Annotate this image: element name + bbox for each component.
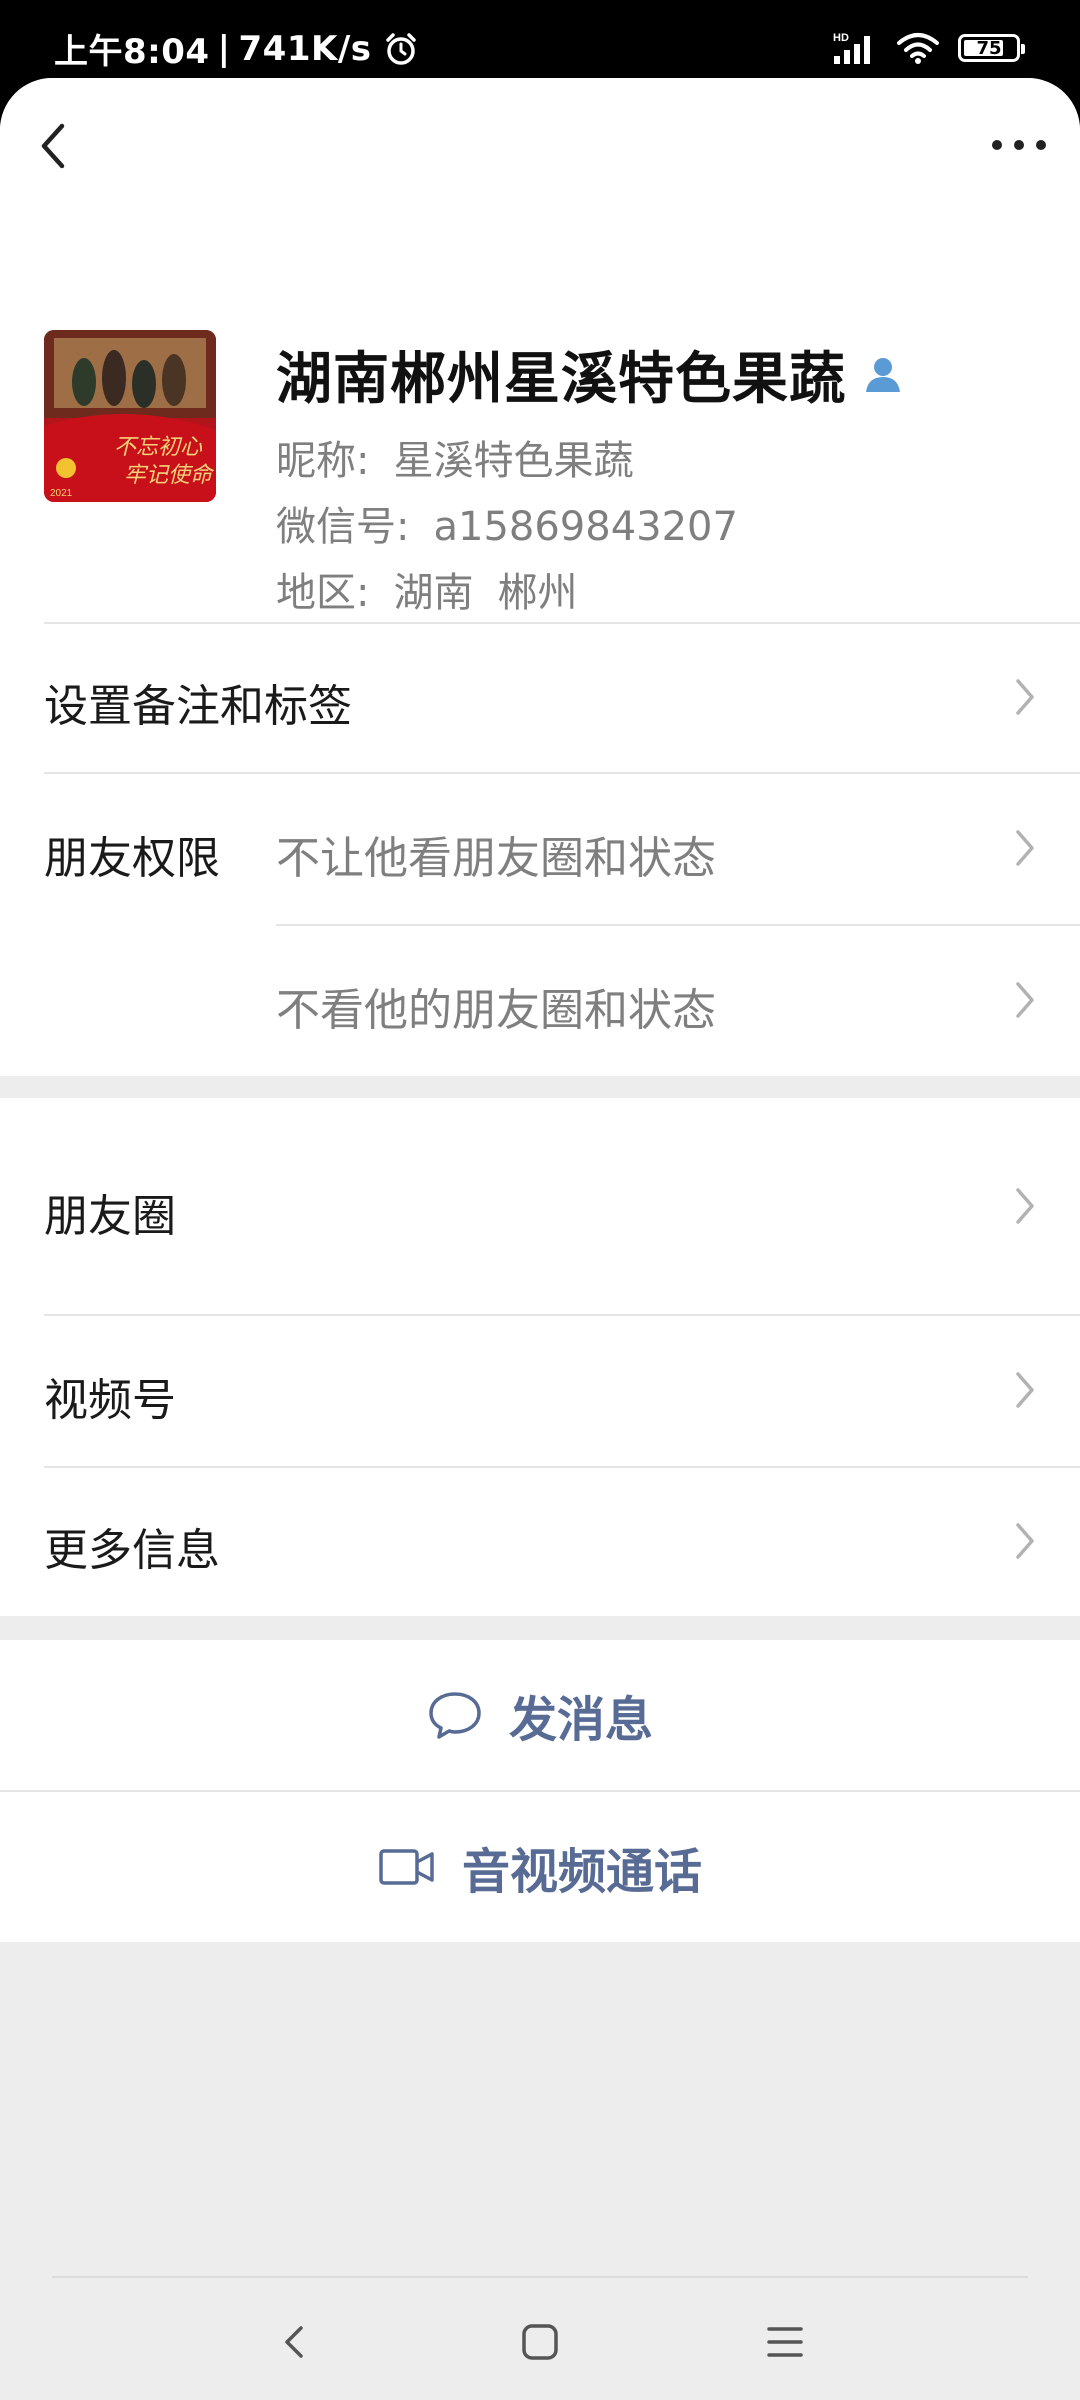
nickname-label: 昵称:: [276, 438, 370, 484]
battery-icon: 75: [958, 34, 1025, 62]
chevron-right-icon: [1016, 679, 1034, 715]
channels-label: 视频号: [44, 1375, 176, 1426]
wechat-id-line: 微信号: a15869843207: [276, 494, 738, 552]
system-back-icon[interactable]: [273, 2320, 317, 2364]
chevron-right-icon: [1016, 830, 1034, 866]
more-info-label: 更多信息: [44, 1525, 220, 1576]
system-menu-icon[interactable]: [763, 2320, 807, 2364]
status-left: 上午8:04 | 741K/s: [54, 24, 419, 73]
moments-label: 朋友圈: [44, 1191, 176, 1242]
chevron-right-icon: [1016, 1372, 1034, 1408]
remarks-tags-row[interactable]: 设置备注和标签: [0, 622, 1080, 772]
status-separator: |: [217, 28, 231, 69]
nickname-value: 星溪特色果蔬: [393, 438, 634, 484]
region-province: 湖南: [393, 570, 474, 616]
status-right: HD 75: [832, 28, 1025, 68]
hd-label: HD: [833, 32, 849, 44]
wechat-id-label: 微信号:: [276, 504, 410, 550]
chevron-right-icon: [1016, 1188, 1034, 1224]
status-bar: 上午8:04 | 741K/s HD 75: [0, 0, 1080, 78]
profile-header: 不忘初心 牢记使命 2021 湖南郴州星溪特色果蔬 昵称: 星溪特色果蔬 微信号:…: [0, 210, 1080, 622]
chat-bubble-icon: [429, 1692, 481, 1739]
more-dots-icon[interactable]: [986, 130, 1052, 160]
region-city: 郴州: [497, 570, 578, 616]
remarks-tags-label: 设置备注和标签: [44, 681, 352, 732]
wechat-id-value[interactable]: a15869843207: [433, 504, 737, 550]
video-call-button[interactable]: 音视频通话: [0, 1790, 1080, 1942]
channels-row[interactable]: 视频号: [0, 1314, 1080, 1466]
avatar-slogan-2: 牢记使命: [124, 463, 215, 488]
hide-his-moments-option: 不看他的朋友圈和状态: [276, 985, 716, 1036]
permission-row-hide-mine[interactable]: 朋友权限 不让他看朋友圈和状态: [0, 772, 1080, 924]
system-nav-bar: [0, 2278, 1080, 2400]
moments-row[interactable]: 朋友圈: [0, 1098, 1080, 1314]
video-camera-icon: [379, 1849, 434, 1885]
chevron-right-icon: [1016, 982, 1034, 1018]
hide-my-moments-option: 不让他看朋友圈和状态: [276, 833, 716, 884]
name-row: 湖南郴州星溪特色果蔬: [276, 334, 904, 415]
region-line: 地区: 湖南 郴州: [276, 560, 577, 618]
send-message-button[interactable]: 发消息: [0, 1640, 1080, 1790]
avatar-slogan-1: 不忘初心: [114, 435, 203, 460]
battery-level: 75: [976, 37, 1002, 59]
more-info-row[interactable]: 更多信息: [0, 1466, 1080, 1616]
video-call-label: 音视频通话: [461, 1844, 702, 1900]
status-time: 上午8:04: [54, 32, 210, 72]
region-label: 地区:: [276, 570, 370, 616]
signal-icon: HD: [833, 32, 870, 64]
send-message-label: 发消息: [508, 1692, 653, 1748]
permission-row-hide-his[interactable]: 不看他的朋友圈和状态: [0, 924, 1080, 1076]
contact-name[interactable]: 湖南郴州星溪特色果蔬: [276, 334, 846, 415]
chevron-right-icon: [1016, 1523, 1034, 1559]
avatar-year: 2021: [50, 488, 73, 499]
person-icon: [866, 357, 900, 392]
system-home-icon[interactable]: [518, 2320, 562, 2364]
friend-permissions-label: 朋友权限: [44, 833, 220, 884]
wifi-icon: [897, 33, 939, 64]
network-speed: 741K/s: [238, 28, 372, 69]
back-chevron-icon[interactable]: [28, 114, 80, 178]
top-nav-bar: [0, 78, 1080, 210]
avatar[interactable]: 不忘初心 牢记使命 2021: [44, 330, 216, 502]
nickname-line: 昵称: 星溪特色果蔬: [276, 428, 633, 486]
alarm-icon: [386, 32, 417, 65]
contact-profile-page: 不忘初心 牢记使命 2021 湖南郴州星溪特色果蔬 昵称: 星溪特色果蔬 微信号:…: [0, 78, 1080, 2400]
